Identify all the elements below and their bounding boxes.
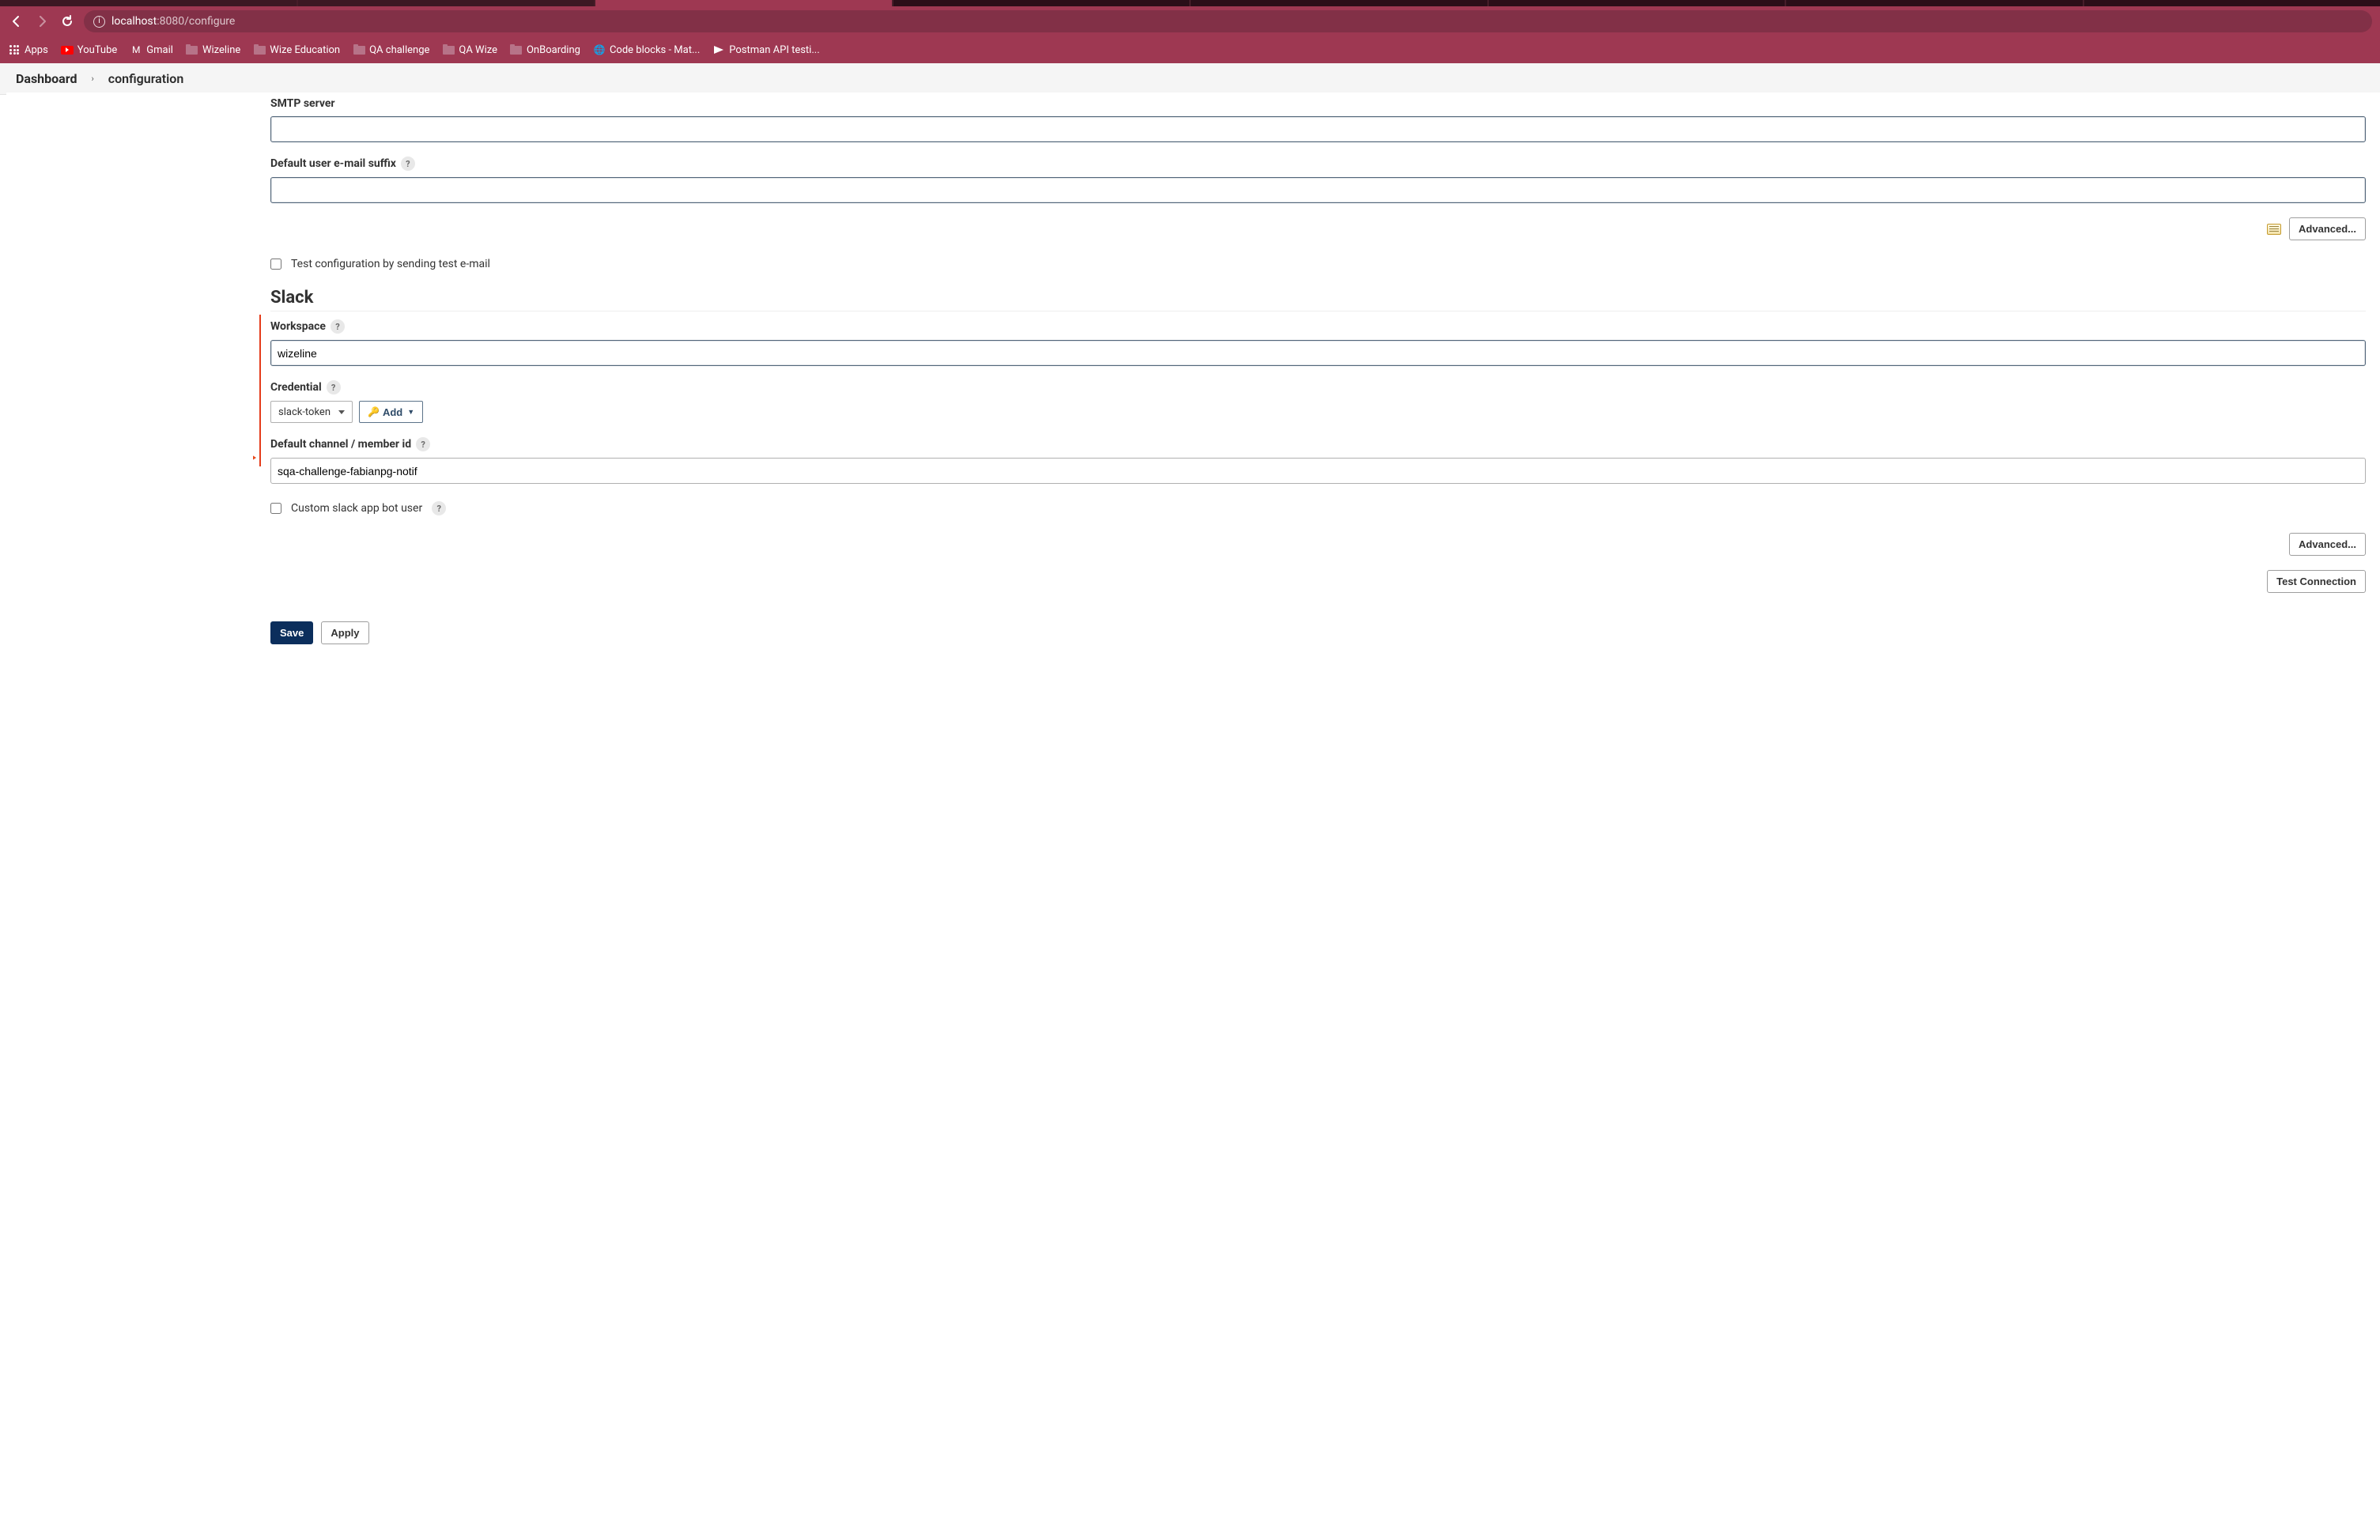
tab-strip xyxy=(0,0,2380,6)
bookmark-label: Gmail xyxy=(146,44,173,56)
email-suffix-label: Default user e-mail suffix xyxy=(270,157,396,170)
custom-bot-checkbox[interactable] xyxy=(270,503,281,514)
bookmark-label: Wize Education xyxy=(270,44,340,56)
smtp-test-config-checkbox[interactable] xyxy=(270,259,281,270)
add-credential-label: Add xyxy=(383,406,402,418)
bookmark-postman[interactable]: Postman API testi... xyxy=(712,43,819,56)
bookmark-label: Apps xyxy=(25,44,48,56)
bookmark-label: QA Wize xyxy=(459,44,497,56)
note-icon xyxy=(2267,224,2281,235)
help-icon[interactable]: ? xyxy=(416,437,430,451)
smtp-advanced-button[interactable]: Advanced... xyxy=(2289,217,2366,240)
custom-bot-row[interactable]: Custom slack app bot user ? xyxy=(270,501,2366,515)
apply-button[interactable]: Apply xyxy=(321,621,368,644)
default-channel-row: Default channel / member id ? xyxy=(270,437,2366,484)
bookmark-qa-challenge[interactable]: QA challenge xyxy=(353,43,429,56)
nav-back-button[interactable] xyxy=(8,13,25,30)
slack-heading: Slack xyxy=(270,288,2366,311)
youtube-icon xyxy=(61,43,74,56)
bookmark-apps[interactable]: Apps xyxy=(8,43,48,56)
default-channel-input[interactable] xyxy=(270,458,2366,484)
bookmark-wize-education[interactable]: Wize Education xyxy=(253,43,340,56)
bookmark-label: QA challenge xyxy=(369,44,429,56)
workspace-label: Workspace xyxy=(270,320,326,333)
smtp-test-config-label: Test configuration by sending test e-mai… xyxy=(291,258,490,270)
credential-label: Credential xyxy=(270,381,322,394)
save-apply-row: Save Apply xyxy=(270,621,2366,644)
add-credential-button[interactable]: 🔑 Add ▼ xyxy=(359,401,423,423)
key-icon: 🔑 xyxy=(368,406,380,417)
main-column: SMTP server Default user e-mail suffix ?… xyxy=(253,92,2380,1540)
bookmarks-bar: Apps YouTube M Gmail Wizeline Wize Educa… xyxy=(0,36,2380,63)
workspace-input[interactable] xyxy=(270,340,2366,366)
nav-forward-button[interactable] xyxy=(33,13,51,30)
workspace: SMTP server Default user e-mail suffix ?… xyxy=(6,92,2380,1540)
smtp-server-row: SMTP server xyxy=(270,97,2366,142)
folder-icon xyxy=(510,43,523,56)
folder-icon xyxy=(353,43,365,56)
apps-icon xyxy=(8,43,21,56)
folder-icon xyxy=(186,43,198,56)
browser-chrome: i localhost:8080/configure xyxy=(0,6,2380,36)
bookmark-label: Code blocks - Mat... xyxy=(610,44,700,56)
bookmark-label: Wizeline xyxy=(202,44,240,56)
help-icon[interactable]: ? xyxy=(331,319,345,334)
slack-advanced-button[interactable]: Advanced... xyxy=(2289,533,2366,556)
slack-advanced-row: Advanced... xyxy=(270,533,2366,556)
postman-icon xyxy=(712,43,725,56)
test-connection-button[interactable]: Test Connection xyxy=(2267,570,2366,593)
site-info-icon[interactable]: i xyxy=(93,16,105,28)
credential-select-value: slack-token xyxy=(278,406,331,418)
bookmark-code-blocks[interactable]: 🌐 Code blocks - Mat... xyxy=(593,43,700,56)
chevron-down-icon: ▼ xyxy=(407,408,414,416)
default-channel-label: Default channel / member id xyxy=(270,438,411,451)
slack-block: Workspace ? Credential ? slack-token xyxy=(270,315,2366,484)
annotation-guide-top xyxy=(259,315,261,466)
url-bar[interactable]: i localhost:8080/configure xyxy=(84,10,2372,32)
bookmark-wizeline[interactable]: Wizeline xyxy=(186,43,240,56)
globe-icon: 🌐 xyxy=(593,43,606,56)
bookmark-onboarding[interactable]: OnBoarding xyxy=(510,43,580,56)
breadcrumb: Dashboard › configuration xyxy=(0,63,2380,95)
help-icon[interactable]: ? xyxy=(401,157,415,171)
gmail-icon: M xyxy=(130,43,142,56)
workspace-row: Workspace ? xyxy=(270,315,2366,366)
chevron-down-icon xyxy=(338,410,345,414)
help-icon[interactable]: ? xyxy=(327,380,341,394)
folder-icon xyxy=(253,43,266,56)
bookmark-label: OnBoarding xyxy=(527,44,580,56)
credential-select[interactable]: slack-token xyxy=(270,401,353,423)
nav-reload-button[interactable] xyxy=(59,13,76,30)
bookmark-label: Postman API testi... xyxy=(729,44,819,56)
bookmark-qa-wize[interactable]: QA Wize xyxy=(442,43,497,56)
chevron-right-icon: › xyxy=(91,74,93,84)
smtp-advanced-row: Advanced... xyxy=(270,217,2366,240)
arrow-right-icon xyxy=(253,445,256,470)
annotation-arrow xyxy=(253,446,256,470)
folder-icon xyxy=(442,43,455,56)
credential-row: Credential ? slack-token 🔑 Add ▼ xyxy=(270,380,2366,423)
email-suffix-input[interactable] xyxy=(270,177,2366,203)
breadcrumb-dashboard[interactable]: Dashboard xyxy=(16,71,77,86)
slack-test-row: Test Connection xyxy=(270,570,2366,593)
bookmark-youtube[interactable]: YouTube xyxy=(61,43,118,56)
bookmark-gmail[interactable]: M Gmail xyxy=(130,43,173,56)
smtp-test-config-row[interactable]: Test configuration by sending test e-mai… xyxy=(270,258,2366,270)
left-column xyxy=(6,92,253,1540)
url-text: localhost:8080/configure xyxy=(111,15,235,28)
smtp-server-input[interactable] xyxy=(270,116,2366,142)
breadcrumb-current: configuration xyxy=(108,71,184,86)
custom-bot-label: Custom slack app bot user xyxy=(291,502,422,515)
save-button[interactable]: Save xyxy=(270,621,313,644)
help-icon[interactable]: ? xyxy=(432,501,446,515)
email-suffix-row: Default user e-mail suffix ? xyxy=(270,157,2366,203)
bookmark-label: YouTube xyxy=(77,44,118,56)
smtp-server-label: SMTP server xyxy=(270,97,2366,110)
